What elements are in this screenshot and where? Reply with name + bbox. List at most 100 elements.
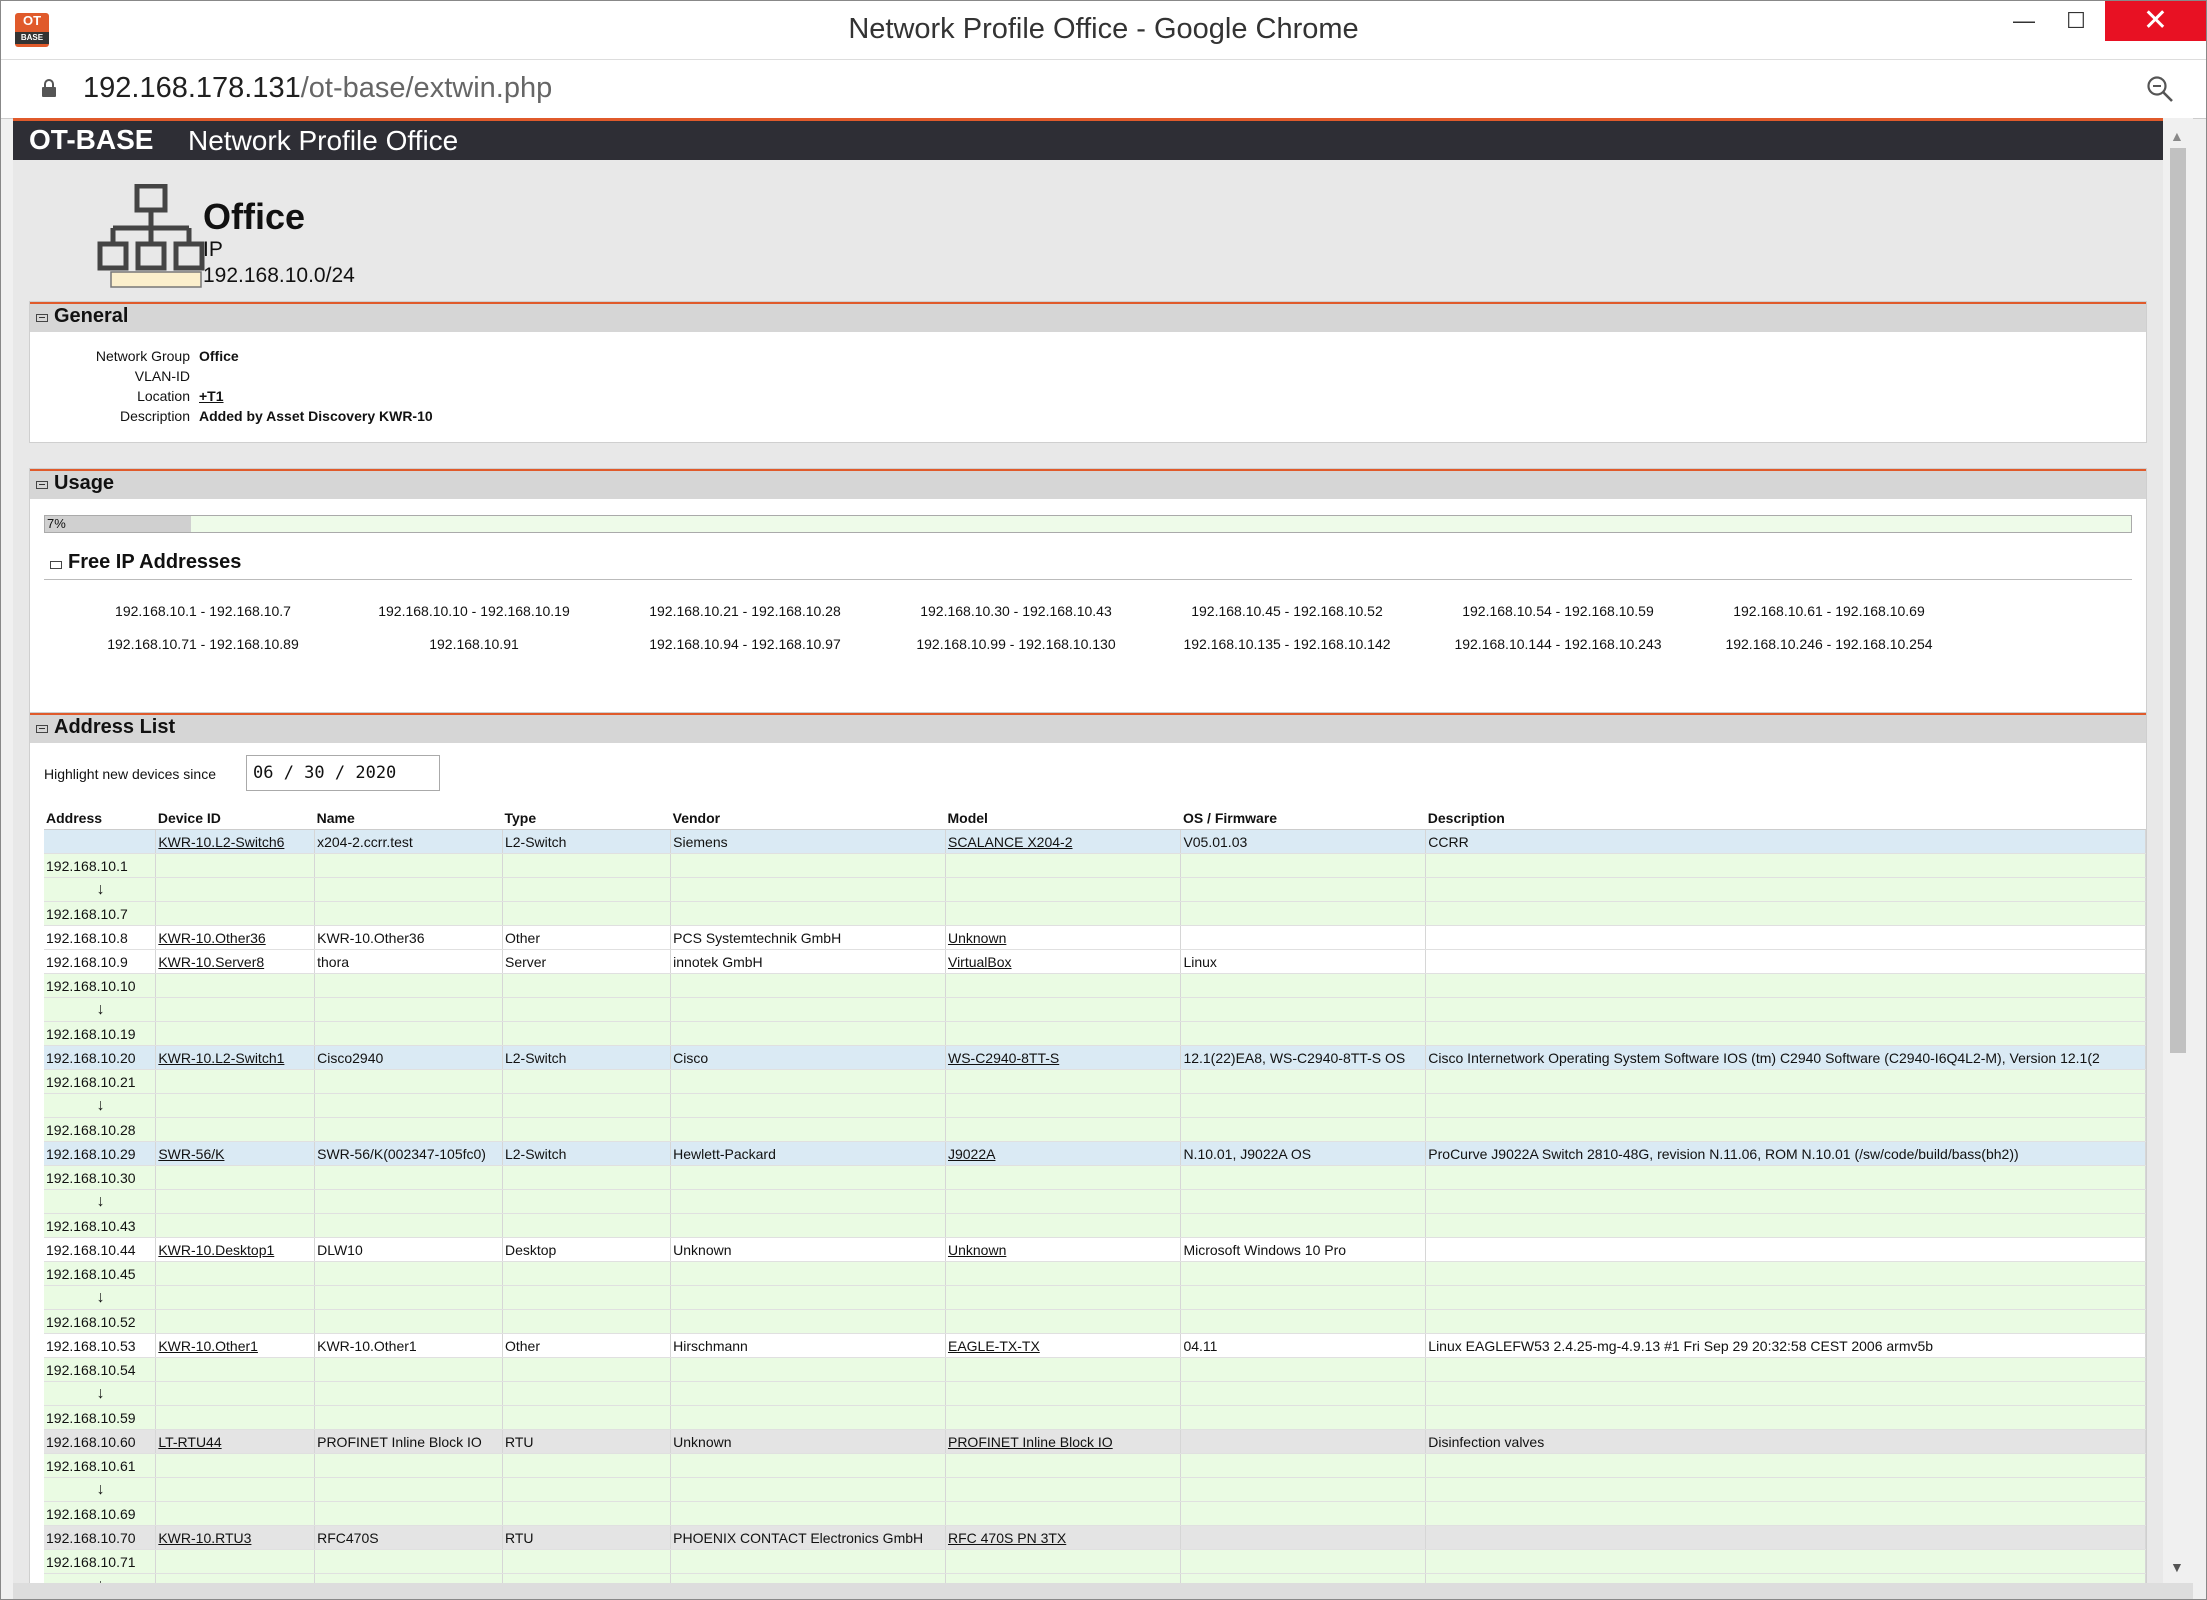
column-header[interactable]: Vendor [670, 807, 946, 830]
zoom-icon[interactable] [2145, 74, 2175, 104]
collapse-icon[interactable] [50, 561, 62, 569]
table-row[interactable]: ↓ [44, 1477, 2146, 1502]
table-cell: Cisco Internetwork Operating System Soft… [1425, 1045, 2146, 1070]
scroll-up-arrow[interactable]: ▲ [2170, 128, 2184, 144]
column-header[interactable]: OS / Firmware [1180, 807, 1426, 830]
device-id-link[interactable]: KWR-10.L2-Switch6 [158, 834, 284, 850]
model-link[interactable]: WS-C2940-8TT-S [948, 1050, 1059, 1066]
table-row[interactable]: KWR-10.L2-Switch6 x204-2.ccrr.test L2-Swit… [44, 829, 2146, 854]
table-cell [945, 1189, 1182, 1214]
table-row[interactable]: ↓ [44, 1573, 2146, 1583]
url-text[interactable]: 192.168.178.131/ot-base/extwin.php [83, 72, 552, 105]
title-bar: OT BASE Network Profile Office - Google … [1, 1, 2206, 59]
collapse-icon[interactable] [36, 314, 48, 322]
model-link[interactable]: Unknown [948, 1242, 1006, 1258]
table-cell: Other [502, 1333, 672, 1358]
table-cell: VirtualBox [945, 949, 1182, 974]
table-row[interactable]: 192.168.10.45 [44, 1261, 2146, 1286]
table-row[interactable]: 192.168.10.69 [44, 1501, 2146, 1526]
table-row[interactable]: ↓ [44, 1189, 2146, 1214]
table-row[interactable]: 192.168.10.52 [44, 1309, 2146, 1334]
table-row[interactable]: 192.168.10.70 KWR-10.RTU3 RFC470S RTU PHOENI… [44, 1525, 2146, 1550]
column-header[interactable]: Description [1425, 807, 2146, 830]
table-row[interactable]: 192.168.10.20 KWR-10.L2-Switch1 Cisco2940 L… [44, 1045, 2146, 1070]
table-row[interactable]: 192.168.10.53 KWR-10.Other1 KWR-10.Other1 O… [44, 1333, 2146, 1358]
address-list-header[interactable]: Address List [30, 713, 2146, 743]
table-cell: Linux EAGLEFW53 2.4.25-mg-4.9.13 #1 Fri … [1425, 1333, 2146, 1358]
model-link[interactable]: SCALANCE X204-2 [948, 834, 1073, 850]
table-row[interactable]: 192.168.10.21 [44, 1069, 2146, 1094]
horizontal-scrollbar[interactable] [13, 1583, 2193, 1599]
table-row[interactable]: 192.168.10.43 [44, 1213, 2146, 1238]
close-button[interactable]: ✕ [2105, 1, 2206, 41]
table-row[interactable]: 192.168.10.71 [44, 1549, 2146, 1574]
table-row[interactable]: ↓ [44, 1285, 2146, 1310]
table-row[interactable]: ↓ [44, 1381, 2146, 1406]
scroll-down-arrow[interactable]: ▼ [2170, 1559, 2184, 1575]
table-row[interactable]: 192.168.10.10 [44, 973, 2146, 998]
model-link[interactable]: RFC 470S PN 3TX [948, 1530, 1066, 1546]
table-cell: 192.168.10.45 [44, 1261, 157, 1286]
column-header[interactable]: Device ID [155, 807, 315, 830]
table-cell [1425, 901, 2146, 926]
table-cell [1425, 1285, 2146, 1310]
location-link[interactable]: +T1 [199, 388, 224, 404]
model-link[interactable]: Unknown [948, 930, 1006, 946]
address-bar[interactable]: 192.168.178.131/ot-base/extwin.php [1, 59, 2206, 119]
highlight-date-input[interactable]: 06 / 30 / 2020 [246, 755, 440, 791]
table-row[interactable]: 192.168.10.61 [44, 1453, 2146, 1478]
column-header[interactable]: Name [314, 807, 503, 830]
table-cell: KWR-10.Other1 [314, 1333, 503, 1358]
free-ip-header[interactable]: Free IP Addresses [44, 549, 2132, 580]
table-row[interactable]: 192.168.10.7 [44, 901, 2146, 926]
table-row[interactable]: 192.168.10.59 [44, 1405, 2146, 1430]
table-row[interactable]: 192.168.10.19 [44, 1021, 2146, 1046]
table-cell [670, 1501, 946, 1526]
table-row[interactable]: 192.168.10.54 [44, 1357, 2146, 1382]
model-link[interactable]: PROFINET Inline Block IO [948, 1434, 1113, 1450]
collapse-icon[interactable] [36, 725, 48, 733]
table-row[interactable]: 192.168.10.9 KWR-10.Server8 thora Server inn… [44, 949, 2146, 974]
table-cell [1425, 1165, 2146, 1190]
device-id-link[interactable]: KWR-10.RTU3 [158, 1530, 251, 1546]
table-cell [1180, 1477, 1427, 1502]
table-row[interactable]: 192.168.10.60 LT-RTU44 PROFINET Inline Blo… [44, 1429, 2146, 1454]
table-row[interactable]: 192.168.10.8 KWR-10.Other36 KWR-10.Other36… [44, 925, 2146, 950]
column-header[interactable]: Model [945, 807, 1181, 830]
device-id-link[interactable]: KWR-10.Other1 [158, 1338, 258, 1354]
maximize-button[interactable]: ☐ [2043, 1, 2109, 41]
usage-progress-bar: 7% [44, 515, 2132, 533]
table-row[interactable]: ↓ [44, 1093, 2146, 1118]
table-cell [670, 1573, 946, 1583]
model-link[interactable]: VirtualBox [948, 954, 1012, 970]
table-row[interactable]: 192.168.10.29 SWR-56/K SWR-56/K(002347-105… [44, 1141, 2146, 1166]
column-header[interactable]: Type [502, 807, 671, 830]
device-id-link[interactable]: SWR-56/K [158, 1146, 224, 1162]
column-header[interactable]: Address [44, 807, 156, 830]
scrollbar-thumb[interactable] [2170, 148, 2186, 1053]
table-cell [1425, 973, 2146, 998]
general-section-header[interactable]: General [30, 302, 2146, 332]
vertical-scrollbar[interactable]: ▲ ▼ [2163, 118, 2193, 1583]
table-cell [670, 1285, 946, 1310]
table-row[interactable]: 192.168.10.44 KWR-10.Desktop1 DLW10 Desktop… [44, 1237, 2146, 1262]
table-row[interactable]: ↓ [44, 877, 2146, 902]
collapse-icon[interactable] [36, 481, 48, 489]
device-id-link[interactable]: KWR-10.Other36 [158, 930, 265, 946]
table-cell [945, 1309, 1182, 1334]
device-id-link[interactable]: KWR-10.Desktop1 [158, 1242, 274, 1258]
device-id-link[interactable]: KWR-10.L2-Switch1 [158, 1050, 284, 1066]
table-cell [670, 1261, 946, 1286]
table-row[interactable]: 192.168.10.30 [44, 1165, 2146, 1190]
table-row[interactable]: ↓ [44, 997, 2146, 1022]
table-cell: V05.01.03 [1180, 829, 1427, 854]
model-link[interactable]: EAGLE-TX-TX [948, 1338, 1040, 1354]
range-arrow-icon: ↓ [44, 1477, 157, 1502]
device-id-link[interactable]: LT-RTU44 [158, 1434, 221, 1450]
table-row[interactable]: 192.168.10.1 [44, 853, 2146, 878]
table-cell [502, 877, 672, 902]
usage-section-header[interactable]: Usage [30, 469, 2146, 499]
table-row[interactable]: 192.168.10.28 [44, 1117, 2146, 1142]
model-link[interactable]: J9022A [948, 1146, 995, 1162]
device-id-link[interactable]: KWR-10.Server8 [158, 954, 264, 970]
